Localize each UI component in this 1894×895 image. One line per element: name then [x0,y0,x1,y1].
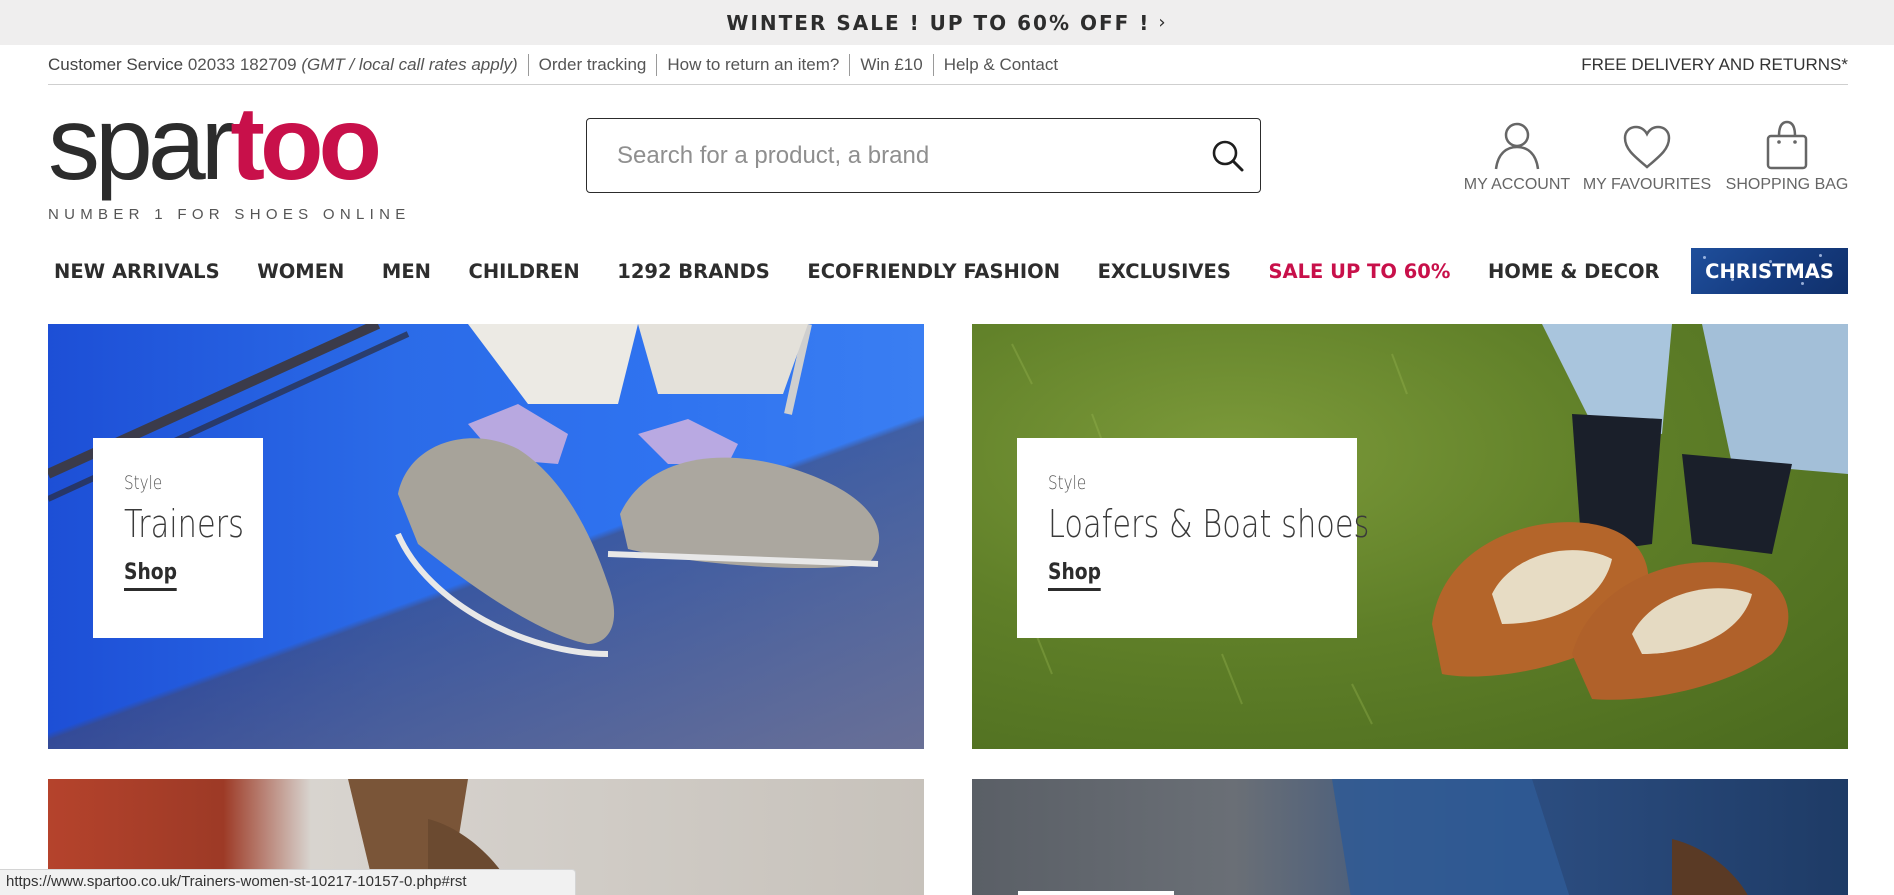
banner-trainers[interactable]: Style Trainers Shop [48,324,924,749]
chevron-right-icon: › [1158,12,1168,33]
my-account-label: MY ACCOUNT [1463,176,1571,193]
customer-service: Customer Service 02033 182709 (GMT / loc… [48,55,528,75]
banner-kicker: Style [1048,472,1087,494]
logo-wordmark: spartoo [48,92,408,202]
shopping-bag-icon [1766,120,1808,170]
jeans-photo [1332,779,1748,895]
win-link[interactable]: Win £10 [849,53,932,76]
call-rates-note: (GMT / local call rates apply) [301,54,518,74]
nav-new-arrivals[interactable]: NEW ARRIVALS [48,260,226,283]
logo-part-1: spar [48,86,235,202]
nav-christmas[interactable]: CHRISTMAS [1691,248,1848,294]
shop-trainers-link[interactable]: Shop [124,560,178,591]
browser-status-url: https://www.spartoo.co.uk/Trainers-women… [0,869,576,895]
search-input[interactable] [587,119,1196,192]
banner-card: Style Loafers & Boat shoes Shop [1017,438,1370,638]
banner-title: Loafers & Boat shoes [1048,502,1370,546]
shopping-bag-button[interactable]: SHOPPING BAG [1726,118,1848,194]
banner-title: Trainers [124,502,244,546]
nav-children[interactable]: CHILDREN [463,260,586,283]
nav-brands[interactable]: 1292 BRANDS [611,260,776,283]
return-item-link[interactable]: How to return an item? [656,53,849,76]
banner-partial-right[interactable] [972,779,1848,895]
banner-card-partial [1018,891,1174,895]
nav-women[interactable]: WOMEN [251,260,350,283]
search-box [586,118,1261,193]
heart-icon [1623,125,1671,169]
nav-sale[interactable]: SALE UP TO 60% [1262,260,1456,283]
my-favourites-label: MY FAVOURITES [1582,176,1712,193]
banner-loafers-boat-shoes[interactable]: Style Loafers & Boat shoes Shop [972,324,1848,749]
free-delivery-text[interactable]: FREE DELIVERY AND RETURNS* [1581,55,1848,75]
customer-service-phone: 02033 182709 [187,54,297,74]
main-navigation: NEW ARRIVALS WOMEN MEN CHILDREN 1292 BRA… [48,248,1848,294]
user-icon [1494,122,1540,170]
nav-home-decor[interactable]: HOME & DECOR [1482,260,1666,283]
promo-banner[interactable]: WINTER SALE ! UP TO 60% OFF ! › [0,0,1894,45]
promo-text: WINTER SALE ! UP TO 60% OFF ! [726,10,1151,35]
order-tracking-link[interactable]: Order tracking [527,53,657,76]
help-contact-link[interactable]: Help & Contact [932,53,1068,76]
search-button[interactable] [1196,119,1260,192]
nav-ecofriendly-fashion[interactable]: ECOFRIENDLY FASHION [801,260,1066,283]
customer-service-label: Customer Service [48,54,184,74]
my-favourites-button[interactable]: MY FAVOURITES [1582,118,1712,194]
spartoo-logo[interactable]: spartoo NUMBER 1 FOR SHOES ONLINE [48,92,411,223]
banner-card: Style Trainers Shop [93,438,263,638]
shopping-bag-label: SHOPPING BAG [1725,176,1849,193]
banner-kicker: Style [124,472,163,494]
search-icon [1212,140,1244,171]
logo-tagline: NUMBER 1 FOR SHOES ONLINE [48,206,411,223]
nav-men[interactable]: MEN [376,260,437,283]
shop-loafers-link[interactable]: Shop [1048,560,1102,591]
my-account-button[interactable]: MY ACCOUNT [1462,118,1572,194]
logo-part-2: too [230,86,382,202]
utility-bar: Customer Service 02033 182709 (GMT / loc… [48,45,1848,85]
nav-exclusives[interactable]: EXCLUSIVES [1092,260,1237,283]
nav-christmas-label: CHRISTMAS [1705,259,1834,283]
